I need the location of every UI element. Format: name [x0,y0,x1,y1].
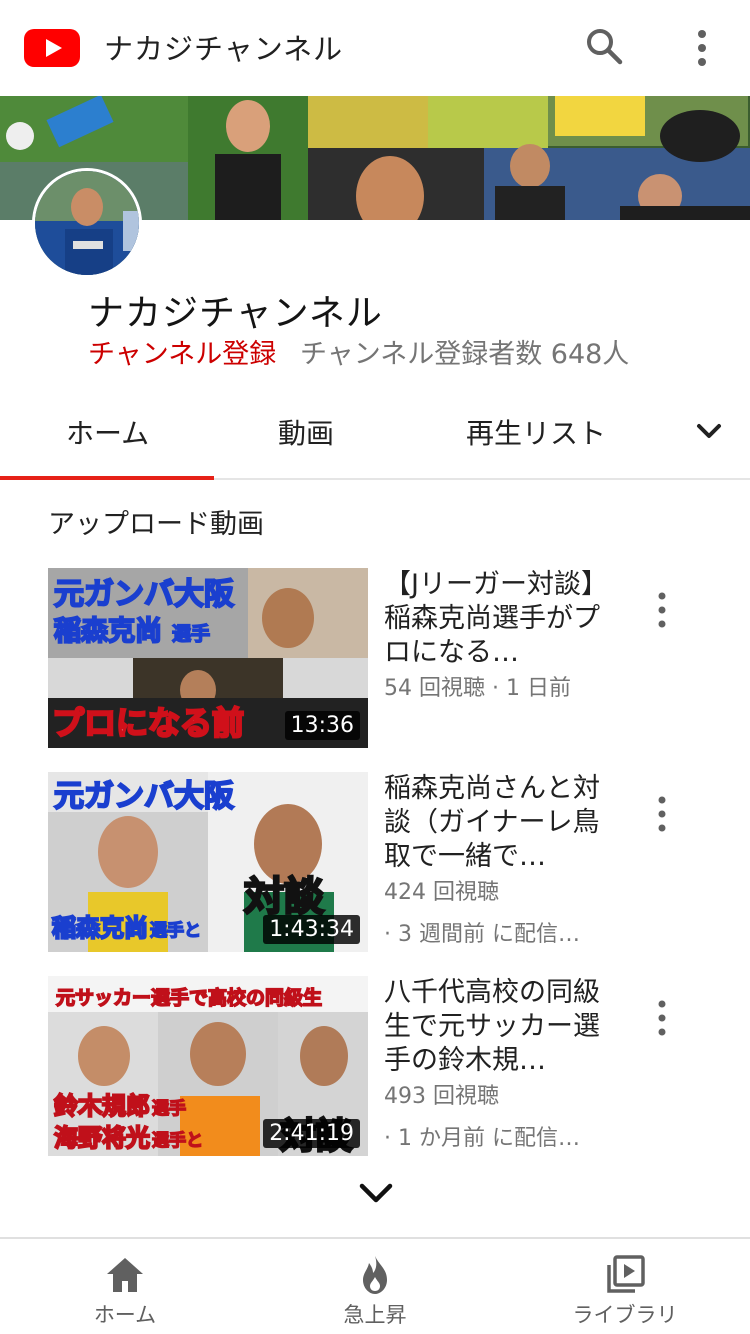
thumb-text-3: プロになる前 [52,704,244,742]
video-meta: 424 回視聴 [384,880,499,905]
thumb-text-2b: 選手と [150,920,201,941]
nav-home[interactable]: ホーム [0,1239,250,1334]
nav-trending[interactable]: 急上昇 [250,1239,500,1334]
channel-name: ナカジチャンネル [88,293,383,334]
thumb-text-3b: 選手と [152,1130,203,1151]
video-meta: 493 回視聴 [384,1084,499,1109]
thumb-text-1: 元ガンバ大阪 [54,779,234,814]
video-more-icon[interactable] [652,590,672,630]
video-meta-secondary: · 3 週間前 に配信済み [384,922,594,947]
header-title: ナカジチャンネル [104,32,344,66]
video-thumbnail[interactable]: 元ガンバ大阪 稲森克尚 選手 プロになる前 13:36 [48,568,368,748]
thumb-text-2: 稲森克尚 [52,914,148,942]
thumb-text-2: 稲森克尚 [54,615,162,647]
video-more-icon[interactable] [652,794,672,834]
video-duration: 2:41:19 [263,1119,360,1148]
thumb-text-1: 元ガンバ大阪 [54,577,234,612]
nav-home-label: ホーム [93,1303,157,1327]
thumb-text-1: 元サッカー選手で高校の同級生 [56,986,322,1009]
nav-trending-label: 急上昇 [343,1303,407,1327]
subscriber-count: チャンネル登録者数 648人 [300,339,630,370]
chevron-down-icon[interactable] [694,416,724,446]
thumb-text-3: 海野将光 [54,1124,150,1152]
video-thumbnail[interactable]: 元サッカー選手で高校の同級生 鈴木規郎 選手 海野将光 選手と 対談 2:41:… [48,976,368,1156]
video-duration: 13:36 [284,711,360,740]
tab-videos[interactable]: 動画 [278,412,334,452]
video-meta: 54 回視聴 · 1 日前 [384,676,571,701]
nav-library-label: ライブラリ [572,1303,678,1327]
video-item[interactable]: 元ガンバ大阪 稲森克尚 選手 プロになる前 13:36 【Jリーガー対談】稲森克… [0,568,750,748]
video-title[interactable]: 稲森克尚さんと対談（ガイナーレ鳥取で一緒で… [384,772,624,874]
app-header: ナカジチャンネル [0,0,750,96]
show-more-chevron-icon[interactable] [356,1178,396,1208]
thumb-text-2: 鈴木規郎 [54,1092,150,1120]
thumb-text-3: 対談 [244,874,324,920]
bottom-navigation: ホーム 急上昇 ライブラリ [0,1237,750,1334]
home-icon [107,1258,143,1292]
section-title: アップロード動画 [48,509,264,540]
video-title[interactable]: 【Jリーガー対談】稲森克尚選手がプロになる… [384,568,624,670]
thumb-text-2b: 選手 [152,1098,186,1119]
video-more-icon[interactable] [652,998,672,1038]
nav-library[interactable]: ライブラリ [500,1239,750,1334]
search-icon[interactable] [584,26,624,66]
tab-playlists[interactable]: 再生リスト [466,412,606,452]
video-thumbnail[interactable]: 元ガンバ大阪 稲森克尚 選手と 対談 1:43:34 [48,772,368,952]
video-duration: 1:43:34 [263,915,360,944]
flame-icon [363,1256,387,1294]
youtube-logo-icon[interactable] [24,29,80,67]
thumb-text-2b: 選手 [172,622,210,645]
more-vert-icon[interactable] [690,28,714,68]
active-tab-indicator [0,476,214,480]
video-item[interactable]: 元サッカー選手で高校の同級生 鈴木規郎 選手 海野将光 選手と 対談 2:41:… [0,976,750,1156]
channel-tabs: ホーム 動画 再生リスト [0,392,750,480]
channel-avatar[interactable] [32,168,142,278]
subscribe-button[interactable]: チャンネル登録 [88,332,276,371]
library-icon [607,1255,645,1293]
tab-home[interactable]: ホーム [66,412,149,452]
video-title[interactable]: 八千代高校の同級生で元サッカー選手の鈴木規… [384,976,624,1078]
video-meta-secondary: · 1 か月前 に配信済み [384,1126,594,1151]
video-item[interactable]: 元ガンバ大阪 稲森克尚 選手と 対談 1:43:34 稲森克尚さんと対談（ガイナ… [0,772,750,952]
